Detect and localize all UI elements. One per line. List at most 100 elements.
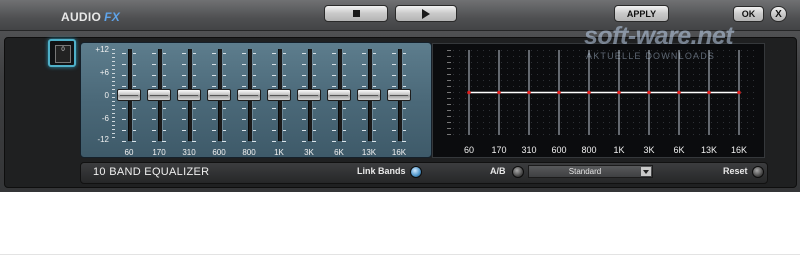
grid-dot [669,74,670,75]
grid-dot [669,56,670,57]
slider-tick [332,130,336,131]
grid-dot [657,116,658,117]
slider-thumb-800[interactable] [237,89,261,101]
grid-dot [543,116,544,117]
slider-thumb-170[interactable] [147,89,171,101]
grid-dot [567,110,568,111]
slider-thumb-3k[interactable] [297,89,321,101]
grid-dot [645,110,646,111]
grid-dot [453,134,454,135]
slider-tick [392,108,396,109]
grid-dot [741,50,742,51]
grid-dot [693,98,694,99]
grid-dot [549,50,550,51]
slider-tick [272,64,276,65]
slider-thumb-60[interactable] [117,89,141,101]
db-label-zero: 0 [104,91,109,100]
grid-dot [693,62,694,63]
slider-thumb-310[interactable] [177,89,201,101]
grid-dot [513,86,514,87]
grid-dot [651,122,652,123]
grid-dot [531,86,532,87]
grid-dot [681,62,682,63]
preset-icon[interactable]: 0 [48,39,76,67]
play-button[interactable] [395,5,457,22]
grid-dot [483,104,484,105]
grid-dot [633,134,634,135]
grid-dot [729,134,730,135]
grid-dot [663,122,664,123]
grid-dot [573,74,574,75]
grid-dot [693,68,694,69]
grid-dot [495,80,496,81]
grid-dot [717,86,718,87]
slider-tick [272,75,276,76]
grid-dot [585,68,586,69]
grid-dot [663,134,664,135]
grid-dot [549,80,550,81]
grid-dot [717,62,718,63]
ok-button[interactable]: OK [733,6,764,22]
grid-dot [513,68,514,69]
slider-thumb-6k[interactable] [327,89,351,101]
grid-dot [633,74,634,75]
grid-dot [543,104,544,105]
grid-dot [453,92,454,93]
grid-dot [543,68,544,69]
grid-dot [519,56,520,57]
grid-dot [465,134,466,135]
grid-dot [633,56,634,57]
grid-dot [675,128,676,129]
link-bands-toggle[interactable] [410,166,422,178]
grid-dot [543,62,544,63]
grid-dot [465,62,466,63]
grid-dot [591,104,592,105]
grid-dot [597,110,598,111]
grid-dot [705,50,706,51]
slider-tick [242,53,246,54]
grid-dot [711,56,712,57]
grid-dot [717,128,718,129]
grid-dot [579,50,580,51]
apply-button[interactable]: APPLY [614,5,669,22]
slider-thumb-1k[interactable] [267,89,291,101]
grid-dot [633,80,634,81]
grid-dot [657,134,658,135]
slider-tick [362,86,366,87]
close-button[interactable]: X [770,6,787,22]
grid-dot [663,116,664,117]
reset-button[interactable] [752,166,764,178]
grid-dot [603,86,604,87]
chevron-down-icon[interactable] [641,167,651,176]
grid-dot [477,74,478,75]
slider-tick [152,64,156,65]
grid-dot [549,62,550,63]
grid-dot [603,98,604,99]
slider-thumb-13k[interactable] [357,89,381,101]
grid-dot [627,110,628,111]
grid-dot [645,62,646,63]
ab-toggle[interactable] [512,166,524,178]
slider-thumb-16k[interactable] [387,89,411,101]
grid-dot [663,74,664,75]
grid-dot [717,116,718,117]
graph-scale-tick [447,98,451,99]
grid-dot [687,116,688,117]
preset-select[interactable]: Standard [528,165,653,178]
stop-button[interactable] [324,5,388,22]
grid-dot [495,98,496,99]
grid-dot [453,68,454,69]
slider-tick [272,86,276,87]
grid-dot [669,122,670,123]
grid-dot [735,50,736,51]
grid-dot [519,98,520,99]
grid-dot [597,122,598,123]
slider-tick [252,141,256,142]
grid-dot [741,68,742,69]
graph-frequency-label: 170 [491,145,506,155]
grid-dot [597,56,598,57]
grid-dot [495,110,496,111]
graph-frequency-label: 3K [643,145,654,155]
slider-tick [302,86,306,87]
slider-thumb-600[interactable] [207,89,231,101]
